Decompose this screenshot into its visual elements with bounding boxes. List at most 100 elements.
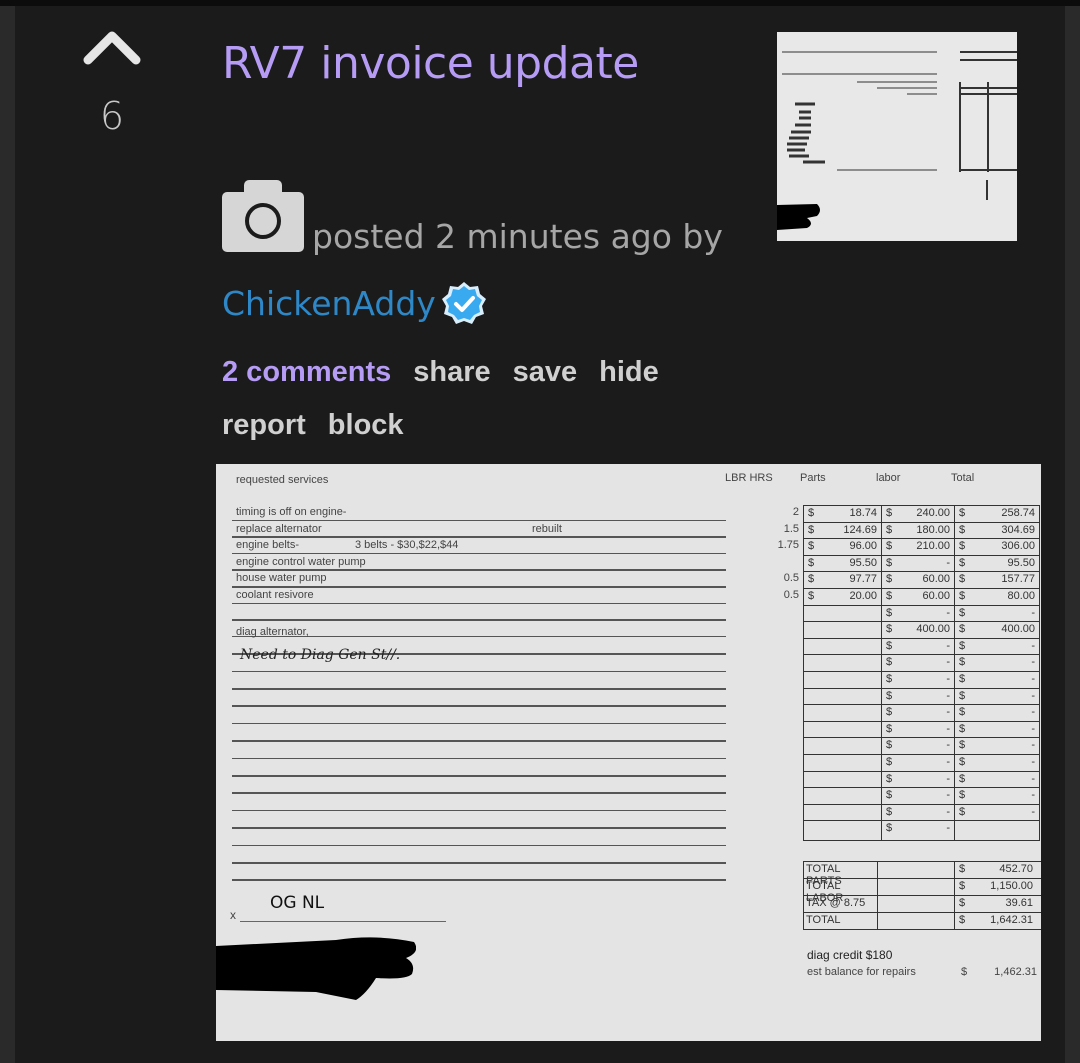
cell-value: - (946, 805, 950, 818)
post-thumbnail[interactable] (777, 32, 1017, 241)
parts-cell (803, 704, 882, 722)
parts-cell (803, 604, 882, 623)
currency-symbol: $ (886, 772, 893, 785)
currency-symbol: $ (959, 656, 966, 669)
redaction-mark (216, 937, 416, 1000)
cell-value: 96.00 (849, 540, 877, 553)
summary-value-cell: $1,642.31 (954, 912, 1041, 930)
cell-value: 400.00 (1001, 623, 1035, 636)
service-line (232, 740, 726, 742)
currency-symbol: $ (808, 540, 815, 553)
currency-symbol: $ (959, 863, 966, 875)
summary-label: TOTAL (806, 914, 841, 926)
post-meta: posted 2 minutes ago by (222, 180, 723, 256)
labor-cell: $ - (881, 770, 955, 789)
parts-cell (803, 787, 882, 805)
cell-value: 180.00 (916, 523, 950, 536)
cell-value: 60.00 (922, 590, 950, 602)
total-cell: $ - (954, 637, 1040, 656)
report-button[interactable]: report (222, 401, 306, 449)
labor-hours: 0.5 (783, 589, 799, 601)
currency-symbol: $ (886, 590, 893, 602)
comments-link[interactable]: 2 comments (222, 348, 391, 396)
cell-value: - (1031, 756, 1035, 768)
cell-value: - (946, 656, 950, 669)
block-button[interactable]: block (328, 401, 404, 449)
currency-symbol: $ (886, 606, 893, 619)
parts-cell (803, 770, 882, 789)
total-cell: $ - (954, 720, 1040, 739)
total-cell: $306.00 (954, 538, 1040, 556)
summary-value: 1,150.00 (990, 880, 1033, 892)
currency-symbol: $ (959, 722, 966, 735)
service-line (232, 519, 726, 522)
labor-cell: $ - (881, 687, 955, 706)
currency-symbol: $ (959, 590, 966, 602)
cell-value: - (1031, 789, 1035, 802)
share-button[interactable]: share (413, 348, 490, 396)
service-line (232, 809, 726, 812)
service-description: house water pump (236, 572, 327, 585)
cell-value: - (946, 689, 950, 702)
author-link[interactable]: ChickenAddy (222, 284, 436, 323)
parts-cell (803, 754, 882, 772)
currency-symbol: $ (959, 606, 966, 619)
save-button[interactable]: save (513, 348, 578, 396)
currency-symbol: $ (959, 673, 966, 685)
currency-symbol: $ (886, 556, 893, 569)
labor-cell: $ - (881, 803, 955, 822)
cell-value: 240.00 (916, 507, 950, 519)
author-row: ChickenAddy (222, 278, 490, 330)
service-note: 3 belts - $30,$22,$44 (355, 539, 459, 552)
invoice-image[interactable]: requested services LBR HRS Parts labor T… (216, 464, 1041, 1041)
posted-time-text: posted 2 minutes ago by (312, 217, 723, 256)
currency-symbol: $ (959, 507, 966, 519)
cell-value: 97.77 (849, 573, 877, 586)
chevron-up-icon (83, 31, 141, 65)
service-description: coolant resivore (236, 589, 314, 601)
currency-symbol: $ (959, 540, 966, 553)
cell-value: 258.74 (1001, 507, 1035, 519)
service-line (232, 722, 726, 725)
cell-value: - (946, 739, 950, 752)
hide-button[interactable]: hide (599, 348, 659, 396)
parts-cell: $97.77 (803, 571, 882, 589)
post-title[interactable]: RV7 invoice update (222, 38, 639, 89)
currency-symbol: $ (959, 523, 966, 536)
service-line (232, 705, 726, 707)
parts-cell (803, 820, 882, 841)
labor-hours: 0.5 (783, 572, 799, 585)
currency-symbol: $ (886, 706, 893, 719)
total-cell: $ - (954, 754, 1040, 772)
cell-value: 124.69 (843, 523, 877, 536)
upvote-button[interactable] (82, 30, 142, 66)
parts-cell (803, 637, 882, 656)
currency-symbol: $ (808, 590, 815, 602)
labor-cell: $180.00 (881, 521, 955, 540)
currency-symbol: $ (808, 507, 815, 519)
parts-cell: $96.00 (803, 538, 882, 556)
vote-column: 6 (82, 30, 142, 138)
parts-cell (803, 803, 882, 822)
cell-value: 20.00 (849, 590, 877, 602)
currency-symbol: $ (959, 772, 966, 785)
vote-score: 6 (99, 94, 125, 138)
service-line (232, 862, 726, 864)
service-description: engine belts- (236, 539, 299, 552)
cell-value: - (1031, 722, 1035, 735)
labor-cell: $400.00 (881, 621, 955, 639)
total-cell: $ - (954, 671, 1040, 689)
post-actions: 2 comments share save hide report block (222, 348, 742, 454)
cell-value: - (946, 556, 950, 569)
verified-badge-icon (441, 282, 486, 324)
summary-value: 39.61 (1005, 897, 1033, 909)
summary-blank-cell (877, 861, 955, 879)
cell-value: - (946, 639, 950, 652)
service-line (232, 844, 726, 847)
summary-blank-cell (877, 895, 955, 913)
cell-value: 95.50 (1007, 556, 1035, 569)
cell-value: - (946, 722, 950, 735)
currency-symbol: $ (886, 656, 893, 669)
cell-value: - (1031, 673, 1035, 685)
parts-cell (803, 621, 882, 639)
